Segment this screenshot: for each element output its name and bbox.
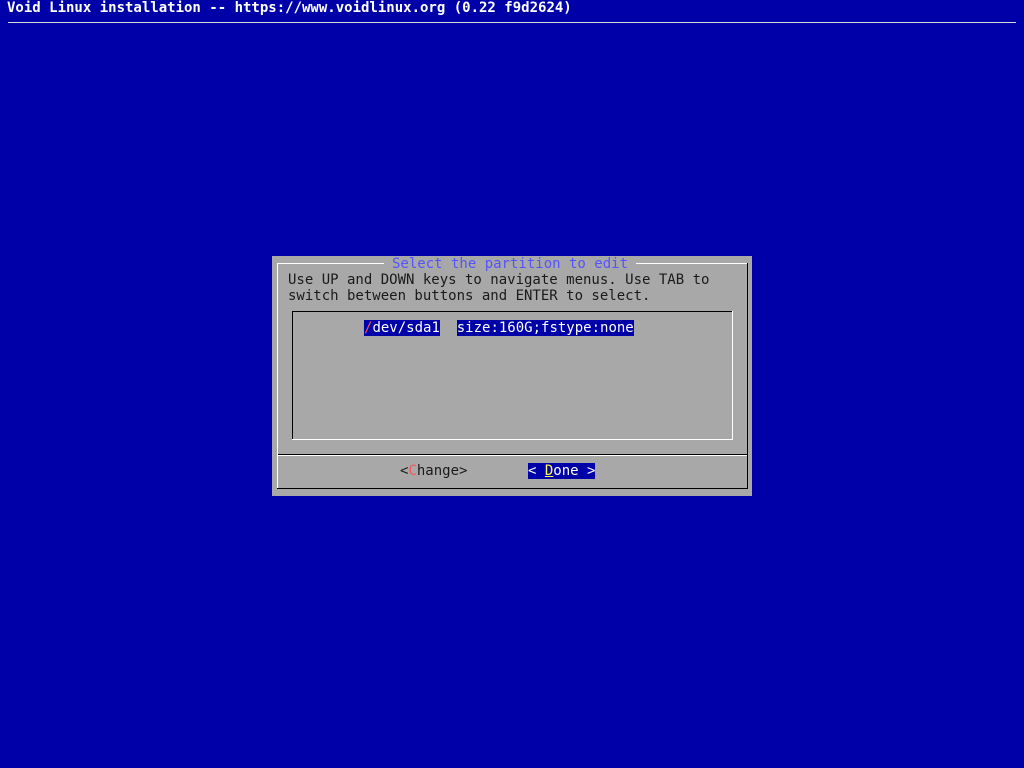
partition-item-sda1[interactable]: /dev/sda1 size:160G;fstype:none bbox=[364, 320, 634, 336]
prompt-line-2: switch between buttons and ENTER to sele… bbox=[288, 288, 651, 304]
button-area-divider bbox=[278, 455, 747, 456]
dialog-border-bottom bbox=[277, 488, 748, 489]
prompt-line-1: Use UP and DOWN keys to navigate menus. … bbox=[288, 272, 710, 288]
partition-description: size:160G;fstype:none bbox=[456, 320, 634, 336]
menu-border-bottom bbox=[292, 439, 733, 440]
dialog-title: Select the partition to edit bbox=[384, 256, 637, 272]
done-button[interactable]: < Done > bbox=[528, 463, 596, 479]
dialog-prompt: Use UP and DOWN keys to navigate menus. … bbox=[288, 272, 736, 304]
done-button-right-bracket: > bbox=[578, 463, 596, 479]
dialog-border-right bbox=[747, 263, 748, 489]
partition-tag-text: dev/sda1 bbox=[372, 320, 440, 336]
change-button-hotkey: C bbox=[408, 463, 417, 479]
done-button-left-bracket: < bbox=[528, 463, 545, 479]
change-button-label: hange bbox=[416, 463, 460, 479]
change-button[interactable]: <Change> bbox=[400, 463, 467, 479]
done-button-label: one bbox=[553, 463, 579, 479]
menu-border-top bbox=[292, 311, 733, 312]
partition-tag: /dev/sda1 bbox=[364, 320, 440, 336]
partition-item-gap bbox=[440, 320, 457, 336]
menu-border-right bbox=[732, 311, 733, 440]
backtitle-divider bbox=[8, 22, 1016, 23]
change-button-right-bracket: > bbox=[459, 463, 468, 479]
backtitle: Void Linux installation -- https://www.v… bbox=[7, 0, 572, 16]
installer-screen: Void Linux installation -- https://www.v… bbox=[0, 0, 1024, 768]
menu-border-left bbox=[292, 311, 293, 440]
partition-select-dialog: Select the partition to edit Use UP and … bbox=[272, 256, 752, 496]
